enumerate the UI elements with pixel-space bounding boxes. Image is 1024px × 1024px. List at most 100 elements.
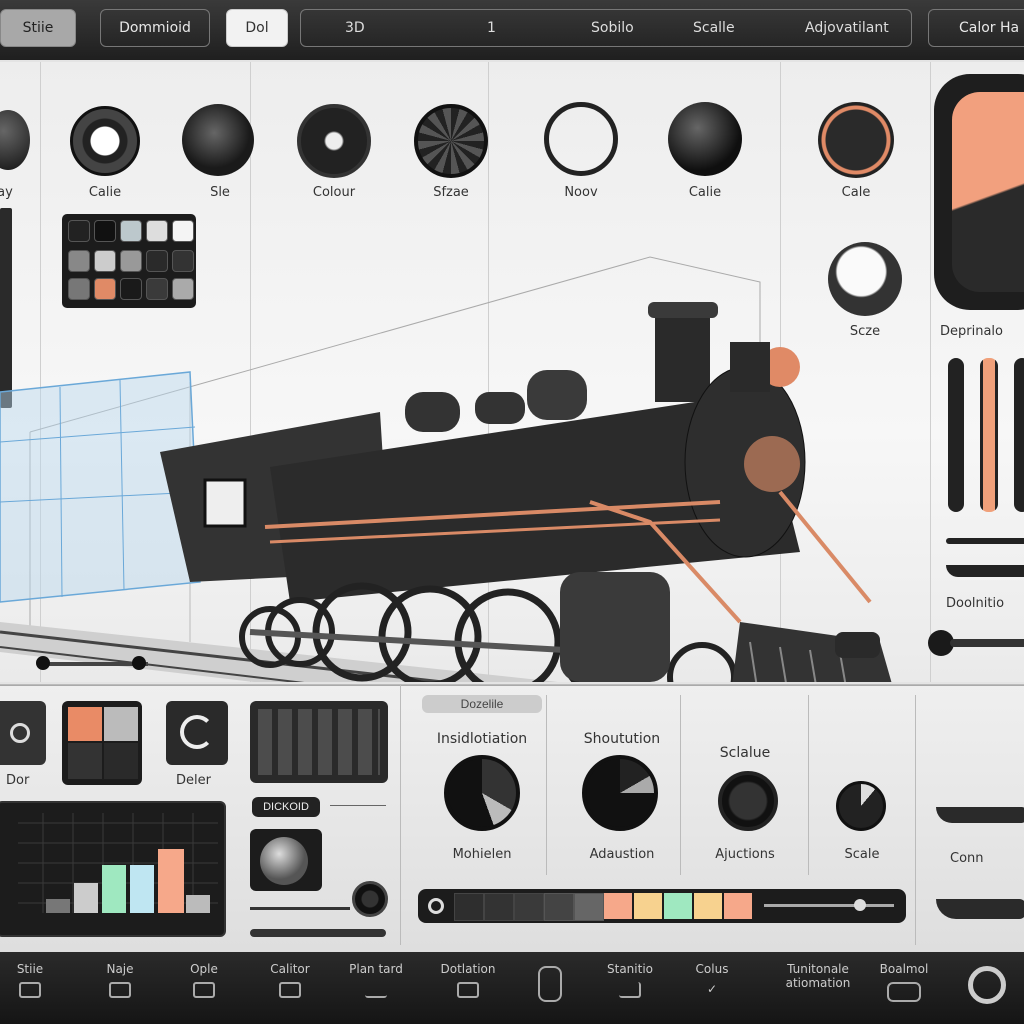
histogram <box>18 813 218 913</box>
strip-handle[interactable] <box>428 898 444 914</box>
bottom-item[interactable]: Ople <box>164 962 244 998</box>
strip-slider-thumb[interactable] <box>854 899 866 911</box>
tool-label: Conn <box>950 851 984 866</box>
properties-panel: Dor Deler DICKOID Dozelile Insidlotiatio… <box>0 684 1024 953</box>
strip-slider-track[interactable] <box>764 904 894 907</box>
tile-label: Dor <box>6 773 30 788</box>
pen-tool[interactable] <box>936 899 1024 919</box>
col-top-label: Shoutution <box>583 731 661 747</box>
color-swatch <box>104 707 138 741</box>
curve-icon <box>619 982 641 998</box>
bottom-item[interactable]: Dotlation <box>428 962 508 998</box>
bottom-item[interactable]: Tunitonale atiomation <box>766 962 870 990</box>
bottom-item[interactable]: Calitor <box>250 962 330 998</box>
layer-icon <box>193 982 215 998</box>
strip-swatch[interactable] <box>454 893 484 921</box>
strip-swatch[interactable] <box>694 893 722 919</box>
bottom-item-label: Calitor <box>270 962 310 976</box>
color-dial-panel[interactable] <box>934 74 1024 310</box>
knob-label: ay <box>0 185 13 200</box>
strip-swatch[interactable] <box>514 893 544 921</box>
pen-tool[interactable] <box>946 565 1024 577</box>
strip-swatch[interactable] <box>724 893 752 919</box>
bottom-item[interactable]: Plan tard <box>336 962 416 998</box>
seg-sobilo[interactable]: Sobilo <box>591 20 634 36</box>
knob-label: Sle <box>210 185 230 200</box>
ring-knob[interactable] <box>70 106 140 176</box>
strip-swatch[interactable] <box>634 893 662 919</box>
scale-dial[interactable] <box>836 781 886 831</box>
knob-label: Cale <box>841 185 871 200</box>
keypad-tile[interactable] <box>250 701 388 783</box>
strip-swatch[interactable] <box>484 893 514 921</box>
saturation-dial[interactable] <box>582 755 658 831</box>
histogram-bar <box>46 899 70 913</box>
strip-swatch[interactable] <box>604 893 632 919</box>
bottom-item[interactable]: Boalmol <box>864 962 944 1002</box>
ring-outline-knob[interactable] <box>544 102 618 176</box>
strip-swatch[interactable] <box>574 893 604 921</box>
col-top-label: Insidlotiation <box>436 731 528 747</box>
control-knob[interactable] <box>297 104 371 178</box>
partial-knob[interactable] <box>0 110 30 170</box>
section-tag: Dozelile <box>422 695 542 713</box>
bottom-item[interactable] <box>510 962 590 1002</box>
scrub-slider[interactable] <box>250 907 350 910</box>
value-dial[interactable] <box>718 771 778 831</box>
vertical-slider-accent[interactable] <box>980 358 998 512</box>
glossy-knob[interactable] <box>668 102 742 176</box>
dickoid-chip[interactable]: DICKOID <box>252 797 320 817</box>
style-button[interactable]: Stiie <box>0 9 76 47</box>
insulation-dial[interactable] <box>444 755 520 831</box>
histogram-bar <box>158 849 184 913</box>
download-button[interactable]: Dommioid <box>100 9 210 47</box>
vertical-slider[interactable] <box>1014 358 1024 512</box>
knob-label: Noov <box>564 185 598 200</box>
light-icon <box>10 723 30 743</box>
gear-knob[interactable] <box>414 104 488 178</box>
color-swatch <box>68 707 102 741</box>
col-bottom-label: Adaustion <box>589 847 655 862</box>
dol-button[interactable]: Dol <box>226 9 288 47</box>
light-tool-tile[interactable] <box>0 701 46 765</box>
seg-adjustment[interactable]: Adjovatilant <box>805 20 889 36</box>
scrub-knob[interactable] <box>352 881 388 917</box>
strip-swatch[interactable] <box>664 893 692 919</box>
copper-knob[interactable] <box>818 102 894 178</box>
locomotive-3d-model[interactable] <box>0 202 930 682</box>
rotate-tool-tile[interactable] <box>166 701 228 765</box>
color-button[interactable]: Calor Ha <box>928 9 1024 47</box>
viewport-canvas: ay Calie Sle Colour Sfzae Noov Calie Cal… <box>0 62 1024 682</box>
pin-tool[interactable] <box>950 639 1024 647</box>
dial-knob[interactable] <box>182 104 254 176</box>
col-bottom-label: Mohielen <box>452 847 512 862</box>
strip-swatch[interactable] <box>544 893 574 921</box>
bottom-item[interactable]: Colus ✓ <box>672 962 752 998</box>
small-slider-handle[interactable] <box>36 656 50 670</box>
bottom-item[interactable]: Stanitio <box>590 962 670 998</box>
frame-icon <box>109 982 131 998</box>
brush-tool[interactable] <box>946 538 1024 544</box>
bottom-item[interactable]: Naje <box>80 962 160 998</box>
bottom-item[interactable]: Stiie <box>0 962 70 998</box>
knob-preview-tile[interactable] <box>250 829 322 891</box>
knob-label: Calie <box>688 185 722 200</box>
col-bottom-label: Scale <box>844 847 880 862</box>
bottom-slider[interactable] <box>250 929 386 937</box>
color-strip <box>418 889 906 923</box>
small-slider-handle[interactable] <box>132 656 146 670</box>
color-quad-tile[interactable] <box>62 701 142 785</box>
bottom-item-label: Stiie <box>16 962 44 976</box>
canvas-icon <box>279 982 301 998</box>
guide-line <box>930 62 931 682</box>
vertical-slider[interactable] <box>948 358 964 512</box>
toggle-icon <box>887 982 921 1002</box>
pen-tool[interactable] <box>936 807 1024 823</box>
seg-3d[interactable]: 3D <box>345 20 365 36</box>
col-bottom-label: Ajuctions <box>715 847 775 862</box>
seg-scale[interactable]: Scalle <box>693 20 735 36</box>
record-icon[interactable] <box>968 966 1006 1004</box>
histogram-tile <box>0 801 226 937</box>
histogram-bar <box>74 883 98 913</box>
seg-1[interactable]: 1 <box>487 20 496 36</box>
